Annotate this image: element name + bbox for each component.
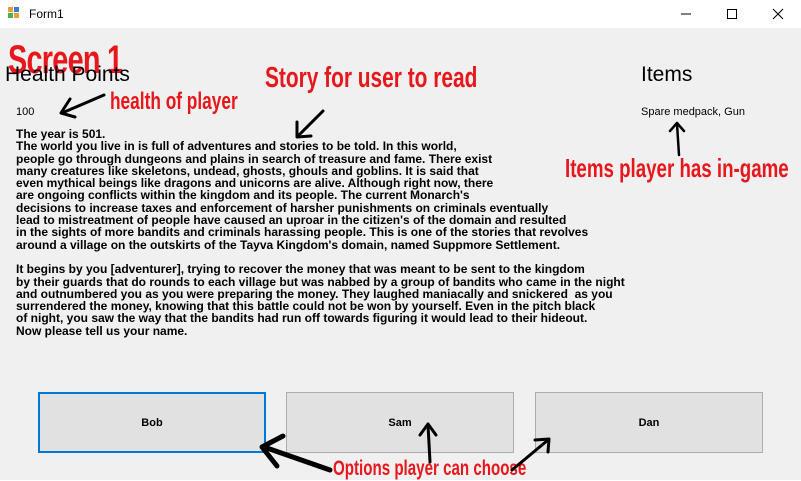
story-line: of night, you saw the way that the bandi…: [16, 311, 588, 326]
story-line: It begins by you [adventurer], trying to…: [16, 262, 585, 277]
annotation-health: health of player: [110, 88, 238, 115]
annotation-items: Items player has in-game: [565, 153, 789, 183]
title-bar[interactable]: Form1: [0, 0, 801, 28]
story-line: by their guards that do rounds to each v…: [16, 274, 625, 289]
option-dan-button[interactable]: Dan: [535, 392, 763, 453]
story-line: The world you live in is full of adventu…: [16, 139, 457, 154]
items-heading: Items: [641, 63, 693, 86]
app-icon: [8, 7, 20, 19]
story-line: around a village on the outskirts of the…: [16, 237, 561, 252]
option-sam-button[interactable]: Sam: [286, 392, 514, 453]
close-button[interactable]: [755, 0, 801, 28]
window-title: Form1: [29, 7, 64, 21]
story-line: Now please tell us your name.: [16, 323, 188, 338]
minimize-button[interactable]: [663, 0, 709, 28]
items-value: Spare medpack, Gun: [641, 106, 745, 118]
maximize-icon: [727, 9, 737, 19]
close-icon: [772, 8, 784, 20]
story-line: are ongoing conflicts within the kingdom…: [16, 188, 470, 203]
option-bob-button[interactable]: Bob: [38, 392, 266, 453]
health-value: 100: [16, 106, 35, 118]
maximize-button[interactable]: [709, 0, 755, 28]
story-line: in the sights of more bandits and crimin…: [16, 225, 589, 240]
minimize-icon: [681, 13, 691, 15]
annotation-story: Story for user to read: [265, 62, 478, 94]
health-heading: Health Points: [5, 63, 130, 86]
form-area: Screen 1 Health Points Items 100 Spare m…: [0, 28, 801, 480]
annotation-options: Options player can choose: [333, 457, 527, 480]
